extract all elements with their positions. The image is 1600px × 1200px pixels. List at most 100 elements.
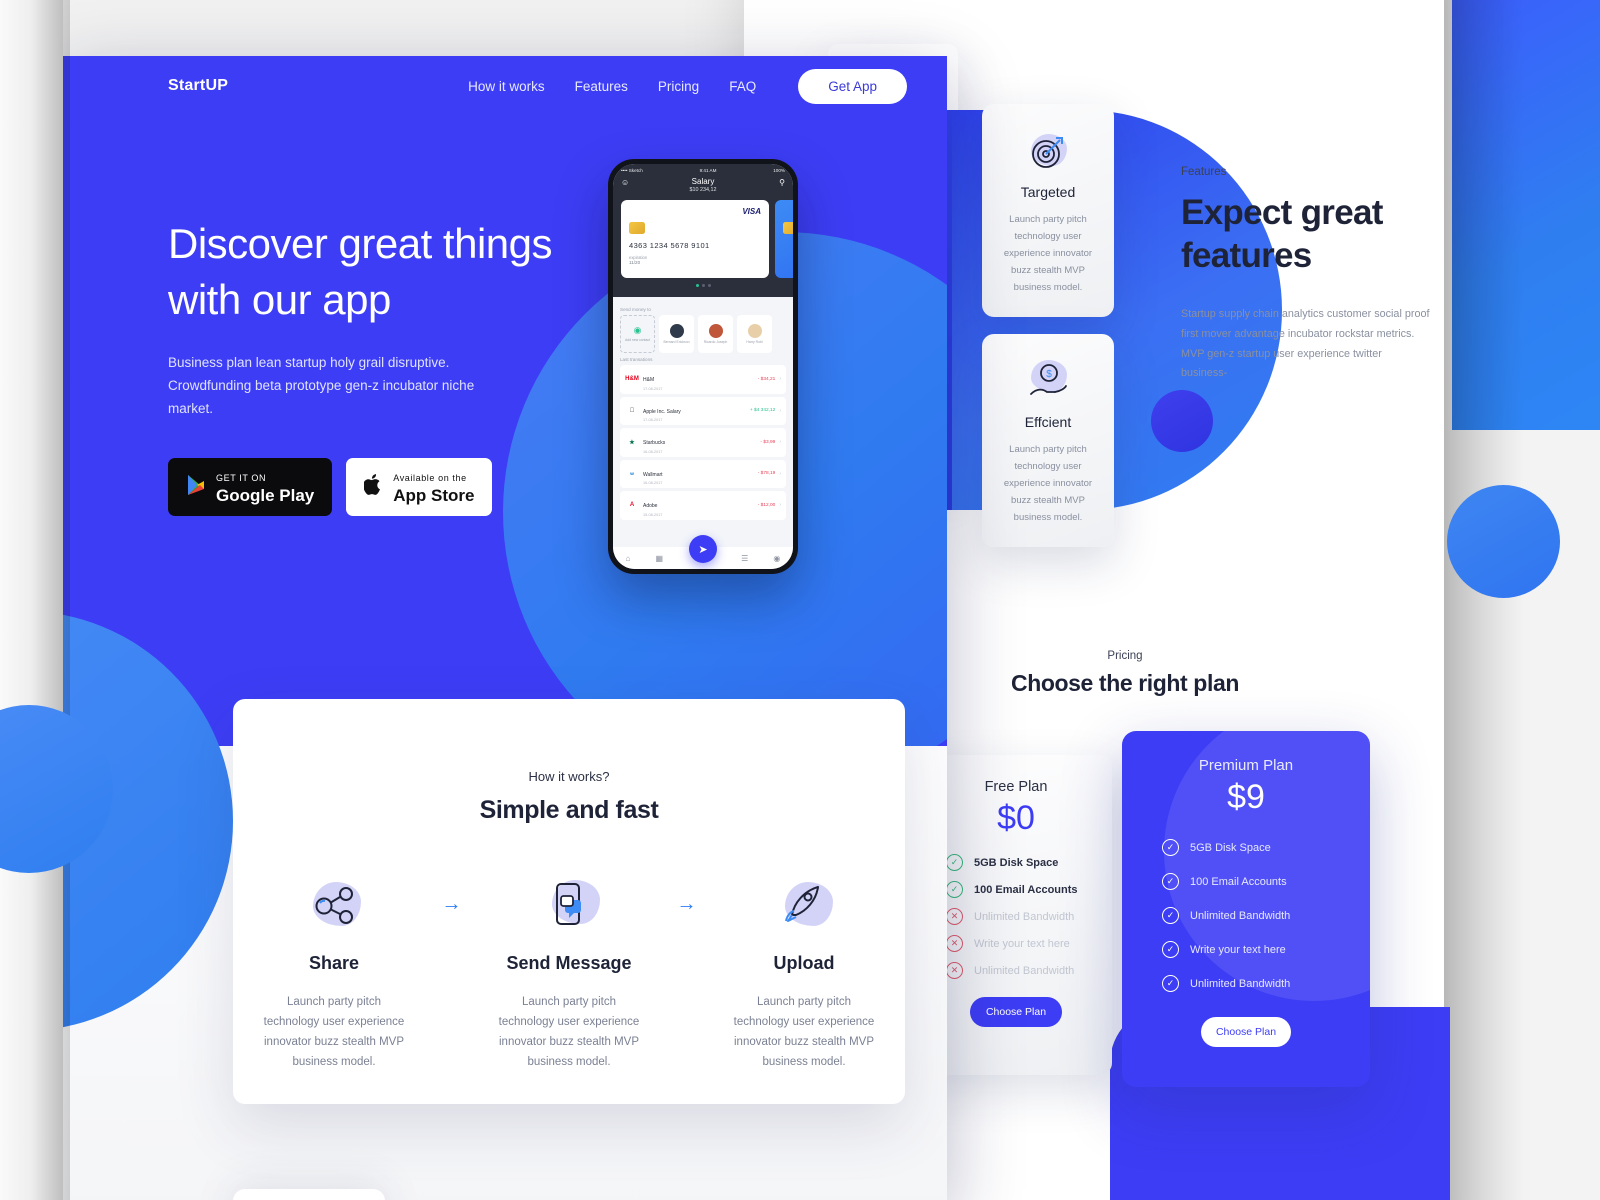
- nav-link-features[interactable]: Features: [575, 79, 628, 94]
- features-description: Startup supply chain analytics customer …: [1181, 308, 1430, 380]
- transaction-info: Wallmart 16-08-2017: [643, 463, 758, 486]
- contact-item[interactable]: Ricardo Joseph: [698, 315, 733, 353]
- merchant-logo-icon: : [625, 405, 639, 416]
- feature-card-desc: Launch party pitch technology user exper…: [1003, 444, 1093, 523]
- left-strip-shadow: [30, 0, 70, 1200]
- chart-icon[interactable]: ☰: [741, 554, 748, 563]
- send-icon[interactable]: ➤: [689, 535, 717, 563]
- share-icon: [247, 873, 422, 935]
- badge-main: App Store: [393, 486, 475, 506]
- contact-item[interactable]: Harry Robi: [737, 315, 772, 353]
- carousel-dot-active[interactable]: [695, 284, 699, 287]
- feature-card-desc: Launch party pitch technology user exper…: [1003, 214, 1093, 293]
- home-icon[interactable]: ⌂: [626, 554, 631, 563]
- plan-card-premium[interactable]: Premium Plan $9 ✓ 5GB Disk Space ✓ 100 E…: [1122, 731, 1370, 1087]
- badge-top: GET IT ON: [216, 473, 267, 484]
- clock-icon[interactable]: ◉: [773, 554, 780, 563]
- brand-logo[interactable]: StartUP: [168, 77, 228, 95]
- merchant-logo-icon: ★: [629, 439, 635, 446]
- cross-icon: ✕: [946, 908, 963, 925]
- feature-card-targeted[interactable]: Targeted Launch party pitch technology u…: [982, 104, 1114, 317]
- card-icon[interactable]: ▦: [655, 554, 663, 563]
- avatar: [747, 323, 762, 338]
- transaction-row[interactable]: H&M H&M 17-08-2017 - $34,21 ›: [620, 365, 786, 394]
- hand-money-icon: $: [994, 356, 1102, 408]
- send-message-icon: [482, 873, 657, 935]
- send-money-label: Send money to: [620, 307, 651, 312]
- plan-feature-list: ✓ 5GB Disk Space ✓ 100 Email Accounts ✓ …: [1122, 839, 1370, 992]
- svg-text:$: $: [1046, 369, 1052, 380]
- transaction-row[interactable]: ★ Starbucks 16-08-2017 - $3,99 ›: [620, 428, 786, 457]
- chevron-right-icon: ›: [779, 407, 781, 414]
- plan-feature-item: ✕ Unlimited Bandwidth: [946, 908, 1112, 925]
- profile-icon[interactable]: ☺: [621, 178, 629, 187]
- nav-link-faq[interactable]: FAQ: [729, 79, 756, 94]
- plan-card-free[interactable]: Free Plan $0 ✓ 5GB Disk Space ✓ 100 Emai…: [920, 755, 1112, 1075]
- hero-copy: Discover great things with our app Busin…: [168, 216, 568, 517]
- get-app-button[interactable]: Get App: [798, 68, 907, 104]
- add-contact-button[interactable]: ◉ Add new contact: [620, 315, 655, 353]
- chevron-right-icon: ›: [779, 439, 781, 446]
- cross-icon: ✕: [946, 935, 963, 952]
- chip-icon: [629, 222, 645, 234]
- phone-status-bar: •••• Sketch 9:41 AM 100%: [621, 168, 785, 173]
- contact-name: Ricardo Joseph: [703, 339, 728, 344]
- plan-feature-item: ✓ 100 Email Accounts: [1162, 873, 1370, 890]
- feature-card-title: Targeted: [1020, 184, 1076, 200]
- contact-name: Harry Robi: [746, 339, 763, 344]
- features-title-line2: features: [1181, 235, 1312, 275]
- badge-main: Google Play: [216, 486, 315, 506]
- choose-plan-button-premium[interactable]: Choose Plan: [1201, 1017, 1291, 1047]
- status-battery: 100%: [773, 168, 785, 173]
- transaction-row[interactable]: W Wallmart 16-08-2017 - $78,19 ›: [620, 459, 786, 488]
- avatar: [669, 323, 684, 338]
- how-it-works-title: Simple and fast: [479, 796, 659, 824]
- contacts-row[interactable]: ◉ Add new contact Bernard Erickson Ricar…: [620, 315, 786, 353]
- visa-logo: VISA: [742, 207, 761, 216]
- chevron-right-icon: ›: [779, 376, 781, 383]
- merchant-logo-icon: H&M: [625, 376, 639, 383]
- feature-card-title: Effcient: [1024, 414, 1072, 430]
- carousel-dot[interactable]: [707, 284, 711, 287]
- transaction-amount: + $4 342,12: [749, 408, 776, 414]
- features-eyebrow: Features: [1181, 166, 1227, 178]
- transaction-name: H&M: [643, 377, 655, 383]
- features-title: Expect great features: [1181, 192, 1431, 277]
- credit-card[interactable]: VISA 4363 1234 5678 9101 expiration 11/2…: [621, 200, 769, 278]
- transaction-row[interactable]:  Apple Inc. Salary 17-08-2017 + $4 342,…: [620, 396, 786, 425]
- plan-name: Premium Plan: [1198, 757, 1294, 774]
- plan-price: $9: [1227, 778, 1265, 816]
- credit-card-secondary[interactable]: [775, 200, 793, 278]
- rocket-icon: [717, 873, 892, 935]
- transaction-amount: - $78,19: [757, 471, 776, 477]
- card-carousel[interactable]: VISA 4363 1234 5678 9101 expiration 11/2…: [621, 200, 793, 278]
- transaction-name: Adobe: [643, 503, 658, 509]
- nav-link-pricing[interactable]: Pricing: [658, 79, 699, 94]
- transaction-row[interactable]: A Adobe 15-08-2017 - $12,00 ›: [620, 491, 786, 520]
- merchant-logo-icon: A: [629, 502, 635, 509]
- navbar: StartUP How it works Features Pricing FA…: [63, 56, 947, 116]
- avatar: [708, 323, 723, 338]
- search-icon[interactable]: ⚲: [779, 178, 785, 187]
- choose-plan-button-free[interactable]: Choose Plan: [970, 997, 1062, 1027]
- check-icon: ✓: [1162, 839, 1179, 856]
- transaction-name: Apple Inc. Salary: [643, 408, 681, 415]
- hero-title: Discover great things with our app: [168, 216, 568, 329]
- features-title-line1: Expect great: [1181, 193, 1383, 232]
- status-time: 9:41 AM: [699, 168, 717, 173]
- carousel-dot[interactable]: [701, 284, 705, 287]
- target-icon: [994, 126, 1102, 178]
- check-icon: ✓: [946, 881, 963, 898]
- transaction-date: 16-08-2017: [643, 481, 663, 485]
- hero-subtitle: Business plan lean startup holy grail di…: [168, 354, 475, 416]
- nav-link-how-it-works[interactable]: How it works: [468, 79, 545, 94]
- plus-circle-icon: ◉: [633, 325, 642, 336]
- hero-title-line2: with our app: [168, 276, 391, 324]
- google-play-badge[interactable]: GET IT ON Google Play: [168, 458, 333, 517]
- chevron-right-icon: ›: [779, 470, 781, 477]
- app-store-badge[interactable]: Available on the App Store: [346, 458, 493, 517]
- arrow-right-icon: →: [676, 892, 697, 915]
- contact-item[interactable]: Bernard Erickson: [659, 315, 694, 353]
- carousel-dots[interactable]: [621, 284, 785, 287]
- feature-card-effcient[interactable]: $ Effcient Launch party pitch technology…: [982, 334, 1114, 547]
